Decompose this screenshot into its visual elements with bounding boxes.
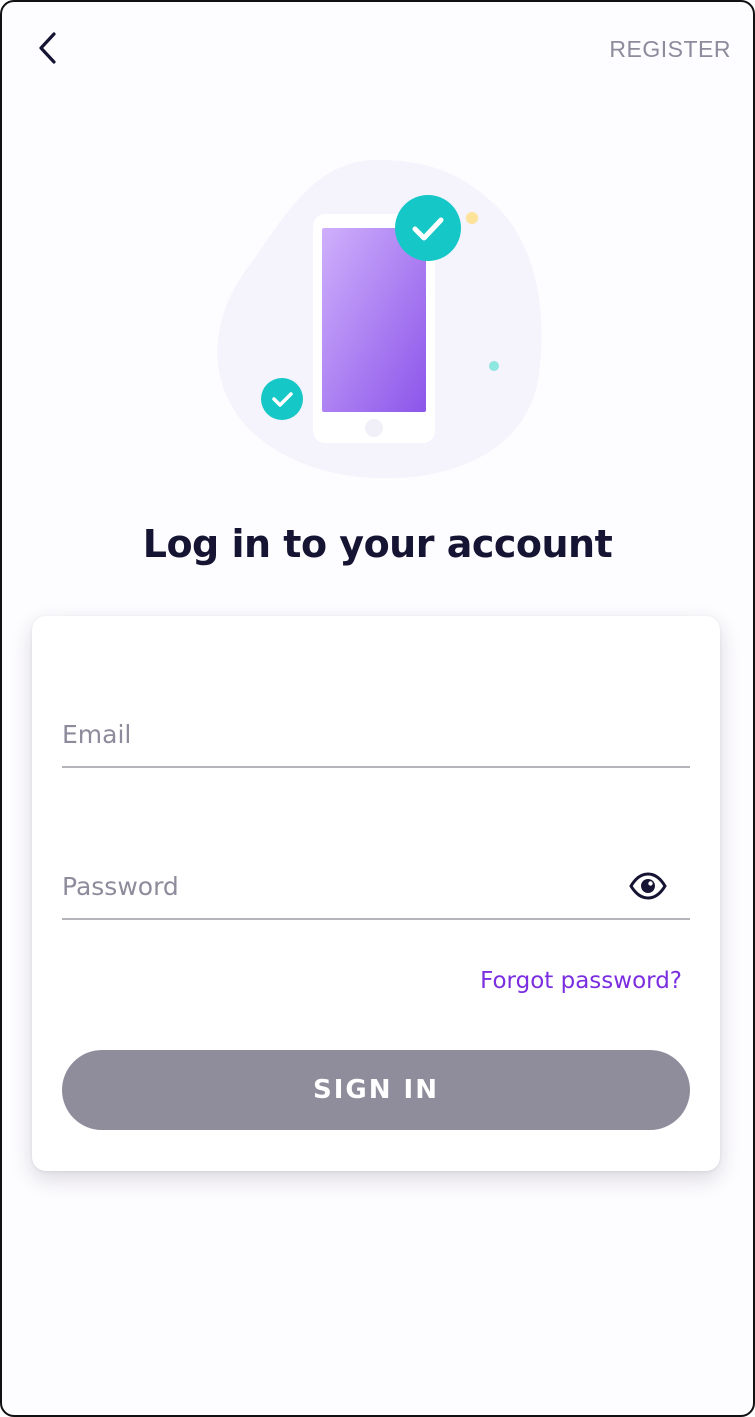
decor-dot-teal xyxy=(489,361,499,371)
back-button[interactable] xyxy=(30,30,66,66)
sign-in-button[interactable]: SIGN IN xyxy=(62,1050,690,1130)
page-title: Log in to your account xyxy=(142,522,613,566)
phone-illustration xyxy=(217,160,542,479)
password-field xyxy=(62,860,690,920)
login-screen: REGISTER Log in to your account Email Fo… xyxy=(0,0,755,1417)
check-circle-small-icon xyxy=(261,378,303,420)
password-input[interactable] xyxy=(62,860,690,918)
email-input[interactable] xyxy=(62,708,690,766)
password-visibility-toggle[interactable] xyxy=(628,868,668,904)
chevron-left-icon xyxy=(39,32,56,64)
eye-icon xyxy=(629,872,667,900)
register-link[interactable]: REGISTER xyxy=(609,36,731,63)
decor-dot-yellow xyxy=(466,212,478,224)
email-field xyxy=(62,708,690,768)
forgot-password-link[interactable]: Forgot password? xyxy=(480,968,682,994)
check-circle-icon xyxy=(395,195,461,261)
login-card: Forgot password? SIGN IN xyxy=(32,616,720,1171)
